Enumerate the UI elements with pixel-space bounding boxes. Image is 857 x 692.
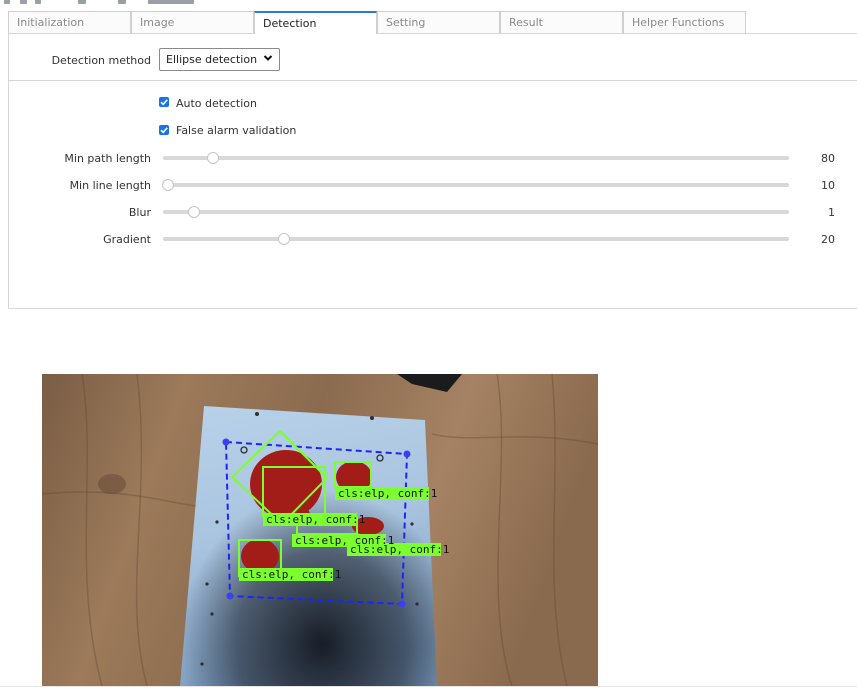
tab-image[interactable]: Image	[131, 11, 254, 33]
tab-result[interactable]: Result	[500, 11, 623, 33]
min-line-length-label: Min line length	[69, 179, 151, 192]
min-path-length-slider-thumb[interactable]	[207, 152, 220, 164]
tab-initialization[interactable]: Initialization	[8, 11, 131, 33]
detection-label: cls:elp, conf:1	[266, 513, 365, 526]
blur-label: Blur	[128, 206, 151, 219]
blur-value: 1	[828, 206, 835, 219]
auto-detection-checkbox[interactable]	[159, 97, 169, 107]
min-path-length-label: Min path length	[64, 152, 151, 165]
chevron-down-icon	[263, 55, 273, 61]
detection-label: cls:elp, conf:1	[350, 543, 449, 556]
blur-slider[interactable]	[163, 206, 789, 218]
camera-frame: cls:elp, conf:1 cls:elp, conf:1 cls:elp,…	[42, 374, 598, 686]
min-line-length-slider[interactable]	[162, 179, 789, 191]
gradient-value: 20	[821, 233, 835, 246]
detection-method-value: Ellipse detection	[166, 53, 258, 66]
false-alarm-validation-checkbox[interactable]	[159, 125, 169, 135]
check-icon	[160, 127, 168, 134]
min-line-length-slider-thumb[interactable]	[162, 179, 174, 191]
detection-label: cls:elp, conf:1	[338, 487, 437, 500]
min-path-length-value: 80	[821, 152, 835, 165]
detection-method-label: Detection method	[51, 54, 151, 67]
gradient-slider-thumb[interactable]	[277, 233, 290, 245]
tab-helper-functions[interactable]: Helper Functions	[623, 11, 746, 33]
false-alarm-validation-label: False alarm validation	[176, 124, 297, 137]
auto-detection-label: Auto detection	[176, 97, 257, 110]
min-path-length-slider[interactable]	[163, 152, 789, 164]
detection-settings-panel	[8, 33, 857, 309]
gradient-label: Gradient	[103, 233, 151, 246]
gradient-slider[interactable]	[163, 233, 789, 245]
window-toolbar-fragment	[0, 0, 220, 5]
detection-result-image: cls:elp, conf:1 cls:elp, conf:1 cls:elp,…	[42, 374, 598, 686]
detection-label: cls:elp, conf:1	[242, 568, 341, 581]
tab-setting[interactable]: Setting	[377, 11, 500, 33]
tab-detection[interactable]: Detection	[254, 11, 377, 34]
page-bottom-border	[0, 686, 857, 687]
min-line-length-value: 10	[821, 179, 835, 192]
check-icon	[160, 99, 168, 106]
detection-method-select[interactable]: Ellipse detection	[159, 48, 280, 71]
panel-divider	[8, 80, 857, 81]
